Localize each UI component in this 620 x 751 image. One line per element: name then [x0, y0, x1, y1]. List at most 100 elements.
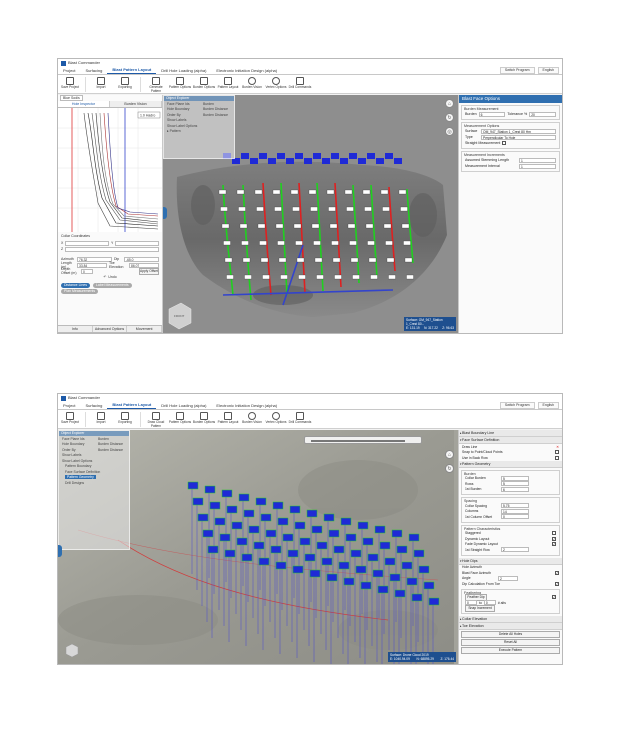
- depth-offset-field[interactable]: 0: [81, 268, 93, 274]
- drill-hole-tag[interactable]: [350, 549, 362, 558]
- drill-hole-tag[interactable]: [394, 589, 406, 598]
- fade-dynamic-layout-checkbox[interactable]: ✓: [552, 542, 556, 547]
- drill-hole-tag[interactable]: [328, 529, 340, 538]
- drill-hole-tag[interactable]: [372, 569, 384, 578]
- draw-line-label[interactable]: Draw Line: [462, 445, 556, 449]
- hole-boundary-value[interactable]: Burden Distance: [203, 107, 231, 111]
- execute-pattern-button[interactable]: Execute Pattern: [461, 647, 560, 654]
- drill-hole-tag[interactable]: [396, 545, 408, 554]
- pattern-layout-button-2[interactable]: Pattern Layout: [216, 412, 240, 425]
- drill-hole-tag[interactable]: [255, 497, 267, 506]
- drill-hole-tag[interactable]: [258, 557, 270, 566]
- timeline-scrubber[interactable]: [304, 436, 422, 444]
- drill-hole-tag[interactable]: [272, 501, 284, 510]
- accordion-face-surface[interactable]: ▾ Face Surface Definition: [459, 437, 562, 444]
- 3d-viewport-2[interactable]: Object Explorer Face Plane Ids Burden Hol…: [58, 430, 458, 664]
- drill-hole-tag[interactable]: [226, 505, 238, 514]
- drill-hole-tag[interactable]: [423, 581, 435, 590]
- burden-vision-button-2[interactable]: Burden Vision: [240, 412, 264, 425]
- type-select[interactable]: Perpendicular To Hole: [481, 134, 556, 140]
- tree-pattern-boundary[interactable]: Pattern Boundary: [65, 464, 91, 468]
- drill-hole-tag[interactable]: [321, 557, 333, 566]
- rows-field[interactable]: 5: [501, 481, 529, 487]
- menu-electronic-initiation-2[interactable]: Electronic Initiation Design (alpha): [211, 402, 282, 409]
- drill-hole-tag[interactable]: [338, 561, 350, 570]
- drill-hole-tag[interactable]: [355, 565, 367, 574]
- vertex-options-button[interactable]: Vertex Options: [264, 77, 288, 90]
- drill-hole-tag[interactable]: [406, 577, 418, 586]
- 3d-viewport[interactable]: FRONT Object Explorer Face Plane Ids Burd…: [163, 95, 458, 333]
- reset-all-button[interactable]: Reset All: [461, 639, 560, 646]
- drill-hole-tag[interactable]: [340, 517, 352, 526]
- save-project-button[interactable]: Save Project: [58, 77, 82, 90]
- drill-hole-tag[interactable]: [238, 493, 250, 502]
- language-select-2[interactable]: English: [537, 402, 559, 409]
- language-select[interactable]: English: [537, 67, 559, 74]
- drill-hole-tag[interactable]: [289, 505, 301, 514]
- import-button[interactable]: Import: [89, 77, 113, 90]
- home-view-icon[interactable]: ⌂: [445, 99, 454, 108]
- tolerance-field[interactable]: 20: [529, 111, 556, 117]
- drill-hole-tag[interactable]: [379, 541, 391, 550]
- pattern-options-button[interactable]: Pattern Options: [168, 77, 192, 90]
- menu-project-2[interactable]: Project: [58, 402, 80, 409]
- drill-hole-tag[interactable]: [277, 517, 289, 526]
- drill-hole-tag[interactable]: [391, 529, 403, 538]
- surface-select[interactable]: OM_947_Station 1_Crest 80 Hm: [481, 128, 556, 134]
- drill-hole-tag[interactable]: [241, 553, 253, 562]
- drill-hole-tag[interactable]: [231, 521, 243, 530]
- menu-drill-hole-loading-2[interactable]: Drill Hole Loading (alpha): [156, 402, 211, 409]
- drill-hole-tag[interactable]: [192, 497, 204, 506]
- drill-hole-tag[interactable]: [197, 513, 209, 522]
- assumed-stemming-field[interactable]: 1: [519, 157, 556, 163]
- drill-hole-tag[interactable]: [413, 549, 425, 558]
- burden-options-button[interactable]: Burden Options: [192, 77, 216, 90]
- drill-hole-tag[interactable]: [292, 565, 304, 574]
- drill-hole-tag[interactable]: [287, 549, 299, 558]
- drill-hole-tag[interactable]: [316, 541, 328, 550]
- drill-hole-tag[interactable]: [236, 537, 248, 546]
- switch-program-button[interactable]: Switch Program: [499, 67, 535, 74]
- drill-hole-tag[interactable]: [389, 573, 401, 582]
- drill-hole-tag[interactable]: [401, 561, 413, 570]
- drill-hole-tag[interactable]: [408, 533, 420, 542]
- tree-face-surface[interactable]: Face Surface Definition: [65, 470, 100, 474]
- use-in-back-row-checkbox[interactable]: [555, 455, 559, 460]
- tab-movement[interactable]: Movement: [127, 326, 163, 332]
- tab-burden-vision[interactable]: Burden Vision: [110, 101, 162, 107]
- undo-icon[interactable]: ↶: [103, 275, 106, 279]
- dip-field[interactable]: -65.0: [124, 256, 159, 262]
- accordion-hole-dips[interactable]: ▾ Hole Dips: [459, 557, 562, 565]
- feather-dip-checkbox[interactable]: ✓: [552, 595, 556, 600]
- drill-hole-tag[interactable]: [224, 549, 236, 558]
- drill-hole-tag[interactable]: [253, 541, 265, 550]
- menu-electronic-initiation[interactable]: Electronic Initiation Design (alpha): [211, 67, 282, 74]
- rotate-view-icon[interactable]: ↻: [445, 113, 454, 122]
- drill-hole-tag[interactable]: [299, 537, 311, 546]
- drill-hole-tag[interactable]: [428, 597, 440, 606]
- azimuth-field[interactable]: 76.32: [77, 256, 112, 262]
- drill-hole-tag[interactable]: [204, 485, 216, 494]
- face-plane-ids-value[interactable]: Burden: [203, 102, 231, 106]
- drill-hole-tag[interactable]: [309, 569, 321, 578]
- draw-cloud-pattern-button[interactable]: Draw Cloud Pattern: [144, 412, 168, 428]
- drill-hole-tag[interactable]: [187, 481, 199, 490]
- length-field[interactable]: 33.84: [77, 262, 107, 268]
- menu-blast-pattern-layout[interactable]: Blast Pattern Layout: [107, 66, 157, 74]
- accordion-collar-elevation[interactable]: ▸ Collar Elevation: [459, 616, 562, 623]
- drill-hole-tag[interactable]: [411, 593, 423, 602]
- drill-hole-tag[interactable]: [384, 557, 396, 566]
- burden-vision-button[interactable]: Burden Vision: [240, 77, 264, 90]
- face-plane-ids-value-2[interactable]: Burden: [98, 437, 126, 441]
- drill-hole-tag[interactable]: [311, 525, 323, 534]
- order-by-value-2[interactable]: Burden Distance: [98, 448, 126, 452]
- x-field[interactable]: [65, 240, 109, 246]
- burden-options-button-2[interactable]: Burden Options: [192, 412, 216, 425]
- drill-hole-tag[interactable]: [243, 509, 255, 518]
- save-project-button-2[interactable]: Save Project: [58, 412, 82, 425]
- delete-all-holes-button[interactable]: Delete All Holes: [461, 631, 560, 638]
- tree-root-pattern[interactable]: Pattern: [170, 129, 181, 133]
- left-panel-collapse-tab[interactable]: [163, 207, 167, 219]
- vertex-options-button-2[interactable]: Vertex Options: [264, 412, 288, 425]
- drill-hole-tag[interactable]: [260, 513, 272, 522]
